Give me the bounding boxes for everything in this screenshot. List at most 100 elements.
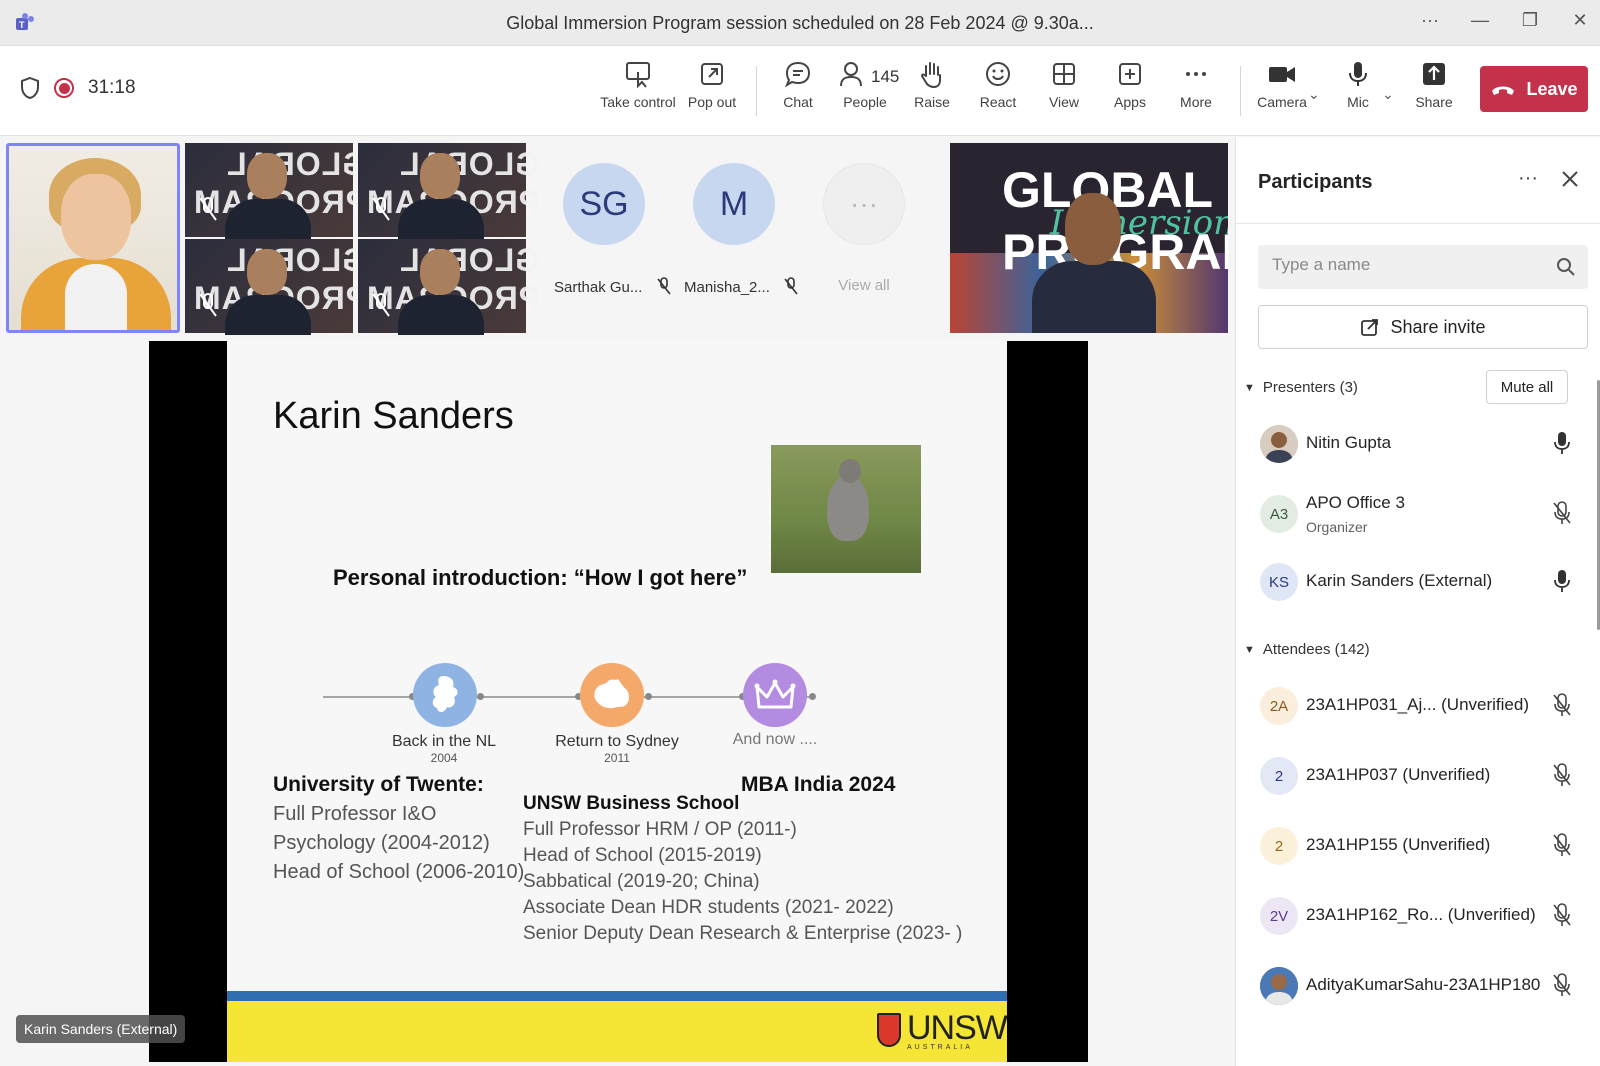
leave-button[interactable]: Leave <box>1480 66 1588 112</box>
attendees-header: Attendees (142) <box>1262 641 1370 658</box>
timeline-label: And now .... <box>732 731 818 748</box>
twente-line: Full Professor I&O <box>273 803 437 825</box>
close-icon[interactable] <box>1558 167 1582 191</box>
participant-tile-sarthak[interactable]: SG Sarthak Gu... <box>554 163 671 296</box>
kangaroo-head <box>839 459 861 483</box>
share-invite-button[interactable]: Share invite <box>1258 305 1588 349</box>
hand-icon <box>920 62 941 88</box>
avatar: 2 <box>1260 757 1298 795</box>
window-more-icon[interactable]: ··· <box>1416 10 1444 31</box>
kangaroo-body <box>827 475 869 541</box>
search-icon[interactable] <box>1556 257 1576 277</box>
avatar <box>1260 425 1298 463</box>
unsw-heading: UNSW Business School <box>523 793 740 814</box>
pop-out-button[interactable]: Pop out <box>672 60 752 110</box>
microphone-icon[interactable] <box>1552 569 1572 593</box>
video-tile-attendee[interactable]: GLOBALPROGRAM <box>358 143 540 239</box>
muted-mic-icon <box>656 277 671 295</box>
microphone-icon[interactable] <box>1552 431 1572 455</box>
muted-mic-icon[interactable] <box>1552 763 1572 787</box>
video-person-body <box>398 295 484 335</box>
timeline-year: 2004 <box>430 751 458 765</box>
muted-mic-icon <box>372 197 390 221</box>
share-button[interactable]: Share <box>1394 60 1474 110</box>
microphone-icon <box>1349 62 1367 86</box>
mic-options-chevron-icon[interactable]: ⌄ <box>1382 86 1394 103</box>
avatar: 2 <box>1260 827 1298 865</box>
participant-row[interactable]: 2A 23A1HP031_Aj... (Unverified) <box>1260 681 1580 737</box>
video-person-body <box>398 199 484 239</box>
leave-label: Leave <box>1526 78 1578 99</box>
unsw-line: Full Professor HRM / OP (2011-) <box>523 819 797 840</box>
close-window-icon[interactable]: ✕ <box>1566 10 1594 31</box>
toolbar-divider <box>1240 66 1241 116</box>
netherlands-map-icon <box>413 663 477 727</box>
muted-mic-icon[interactable] <box>1552 903 1572 927</box>
mute-all-button[interactable]: Mute all <box>1486 370 1568 404</box>
unsw-line: Sabbatical (2019-20; China) <box>523 871 760 892</box>
attendees-section-toggle[interactable]: ▼ Attendees (142) <box>1244 641 1370 658</box>
participant-row[interactable]: Nitin Gupta <box>1260 419 1580 475</box>
video-tile-attendee[interactable]: GLOBALPROGRAM <box>185 143 367 239</box>
muted-mic-icon[interactable] <box>1552 973 1572 997</box>
participant-tile-name: Sarthak Gu... <box>554 277 671 296</box>
panel-more-icon[interactable]: ··· <box>1518 167 1538 190</box>
presenters-section-toggle[interactable]: ▼ Presenters (3) <box>1244 379 1358 396</box>
window-title: Global Immersion Program session schedul… <box>506 13 1094 33</box>
share-invite-label: Share invite <box>1390 316 1486 337</box>
panel-divider <box>1236 223 1600 224</box>
crown-icon <box>743 663 807 727</box>
panel-title: Participants <box>1258 171 1373 193</box>
share-invite-icon <box>1361 319 1379 336</box>
presenters-header: Presenters (3) <box>1262 379 1358 396</box>
participant-row[interactable]: A3 APO Office 3 Organizer <box>1260 489 1580 545</box>
video-tile-nitin-gupta[interactable]: GLOBALPROGRAM Immersion <box>950 143 1228 333</box>
participant-tile-manisha[interactable]: M Manisha_2... <box>684 163 798 296</box>
more-dots-icon <box>1186 72 1206 76</box>
avatar: A3 <box>1260 495 1298 533</box>
toolbar-divider <box>756 66 757 116</box>
muted-mic-icon[interactable] <box>1552 833 1572 857</box>
muted-mic-icon <box>372 293 390 317</box>
view-all-button[interactable]: ··· View all <box>814 163 914 294</box>
participant-row[interactable]: KS Karin Sanders (External) <box>1260 557 1580 613</box>
participant-role: Organizer <box>1306 519 1368 535</box>
participant-row[interactable]: 2 23A1HP155 (Unverified) <box>1260 821 1580 877</box>
participant-row[interactable]: 2 23A1HP037 (Unverified) <box>1260 751 1580 807</box>
participant-row[interactable]: 2V 23A1HP162_Ro... (Unverified) <box>1260 891 1580 947</box>
meeting-status: 31:18 <box>20 76 136 100</box>
video-tile-karin-sanders[interactable] <box>6 143 180 333</box>
shared-screen[interactable]: Karin Sanders Personal introduction: “Ho… <box>149 341 1088 1062</box>
avatar: KS <box>1260 563 1298 601</box>
muted-mic-icon[interactable] <box>1552 693 1572 717</box>
video-tile-attendee[interactable]: GLOBALPROGRAM <box>358 239 540 335</box>
collapse-triangle-icon: ▼ <box>1244 381 1255 394</box>
slide-title: Karin Sanders <box>273 395 514 437</box>
video-person-face <box>1065 193 1121 265</box>
muted-mic-icon[interactable] <box>1552 501 1572 525</box>
participant-row[interactable]: AdityaKumarSahu-23A1HP180 <box>1260 961 1580 1017</box>
recording-icon[interactable] <box>54 78 74 98</box>
video-person-body <box>1032 261 1156 333</box>
australia-map-icon <box>580 663 644 727</box>
take-control-button[interactable]: Take control <box>598 60 678 110</box>
restore-icon[interactable]: ❐ <box>1516 10 1544 31</box>
video-person-body <box>225 295 311 335</box>
search-input[interactable] <box>1272 255 1542 275</box>
take-control-icon <box>626 62 650 88</box>
video-tile-attendee[interactable]: GLOBALPROGRAM <box>185 239 367 335</box>
twente-line: Psychology (2004-2012) <box>273 832 490 854</box>
presentation-slide: Karin Sanders Personal introduction: “Ho… <box>227 341 1008 1062</box>
shield-icon[interactable] <box>20 76 40 100</box>
participant-search <box>1258 245 1588 289</box>
minimize-icon[interactable]: — <box>1466 10 1494 31</box>
video-person-body <box>225 199 311 239</box>
kangaroo-photo <box>771 445 921 573</box>
muted-mic-icon <box>784 277 798 295</box>
unsw-line: Senior Deputy Dean Research & Enterprise… <box>523 923 963 944</box>
more-label: More <box>1180 94 1212 110</box>
more-button[interactable]: More <box>1156 60 1236 110</box>
video-person-face <box>420 153 460 199</box>
participant-name: Nitin Gupta <box>1306 433 1392 452</box>
collapse-triangle-icon: ▼ <box>1244 643 1255 656</box>
